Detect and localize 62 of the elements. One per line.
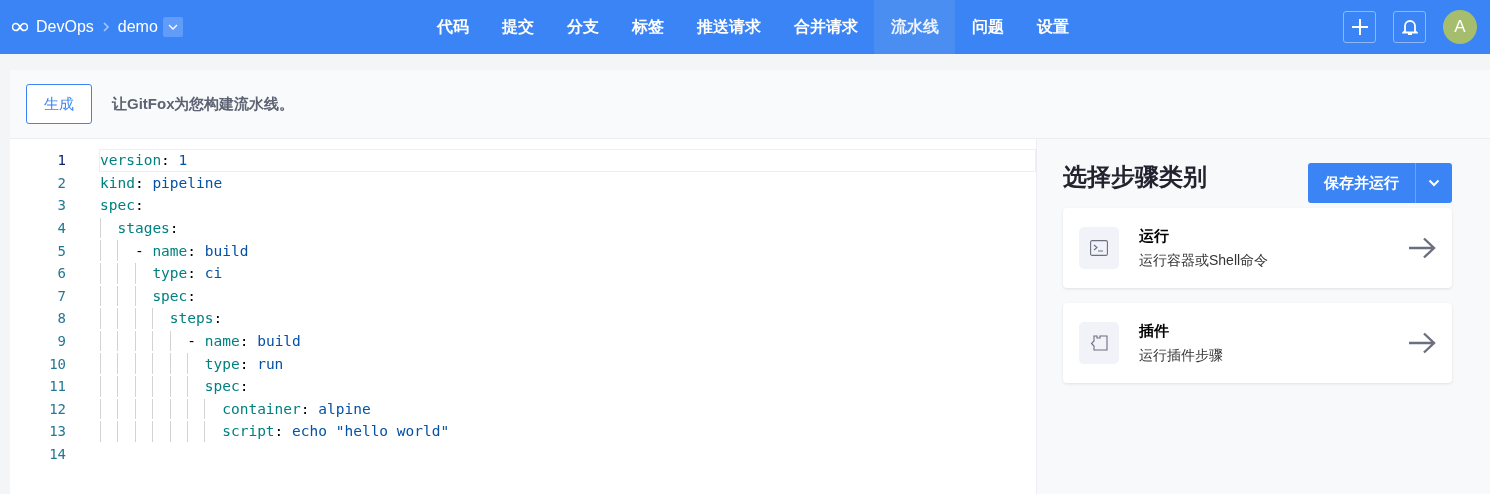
line-number: 7	[56, 287, 66, 304]
repo-dropdown-button[interactable]	[162, 17, 183, 37]
code-line: - name: build	[186, 333, 301, 350]
chevron-right-icon	[101, 21, 110, 33]
panel-title: 选择步骤类别	[1063, 162, 1207, 192]
line-number: 6	[56, 265, 66, 282]
line-number: 14	[48, 446, 66, 462]
nav-tab[interactable]: 问题	[955, 0, 1020, 54]
nav-tab[interactable]: 推送请求	[680, 0, 777, 54]
code-line: type: run	[203, 355, 284, 372]
plus-icon	[1350, 18, 1369, 36]
user-avatar[interactable]: A	[1443, 10, 1477, 44]
code-line: stages:	[116, 220, 179, 237]
nav-tab[interactable]: 代码	[420, 0, 485, 54]
nav-tab[interactable]: 标签	[615, 0, 680, 54]
line-number: 3	[56, 197, 66, 214]
org-link[interactable]: DevOps	[36, 18, 94, 36]
step-card[interactable]: 插件 运行插件步骤	[1063, 303, 1452, 383]
line-number: 1	[56, 152, 66, 169]
code-line: container: alpine	[221, 400, 371, 417]
nav-tab[interactable]: 分支	[550, 0, 615, 54]
line-number: 11	[48, 378, 66, 395]
line-number: 8	[56, 310, 66, 327]
line-number: 9	[56, 333, 66, 350]
arrow-right-icon	[1408, 237, 1436, 259]
code-line: - name: build	[133, 242, 249, 259]
line-number: 10	[48, 355, 66, 372]
add-button[interactable]	[1343, 11, 1376, 43]
save-and-run-button[interactable]: 保存并运行	[1308, 163, 1415, 203]
code-line: type: ci	[151, 265, 223, 282]
repo-link[interactable]: demo	[117, 18, 158, 36]
nav-tab[interactable]: 提交	[485, 0, 550, 54]
nav-tab[interactable]: 合并请求	[777, 0, 874, 54]
step-title: 插件	[1139, 321, 1170, 341]
hint-text: 让GitFox为您构建流水线。	[112, 94, 295, 114]
chevron-down-icon	[1428, 179, 1440, 187]
code-line: steps:	[168, 310, 223, 327]
arrow-right-icon	[1408, 332, 1436, 354]
puzzle-icon	[1089, 335, 1109, 351]
step-description: 运行插件步骤	[1139, 346, 1224, 365]
line-number: 2	[56, 174, 66, 191]
bell-icon	[1401, 18, 1418, 36]
step-card[interactable]: 运行 运行容器或Shell命令	[1063, 208, 1452, 288]
code-line: spec:	[151, 287, 197, 304]
chevron-down-icon	[167, 24, 178, 30]
step-description: 运行容器或Shell命令	[1139, 251, 1270, 270]
step-title: 运行	[1139, 226, 1170, 246]
nav-tab[interactable]: 设置	[1020, 0, 1085, 54]
code-line: script: echo "hello world"	[221, 423, 450, 440]
line-number: 13	[48, 423, 66, 440]
line-number: 4	[56, 220, 66, 237]
code-line: spec:	[203, 378, 249, 395]
generate-button[interactable]: 生成	[26, 84, 92, 124]
code-line: version: 1	[100, 152, 188, 169]
line-number: 12	[48, 400, 66, 417]
terminal-icon	[1090, 240, 1108, 256]
code-line: spec:	[100, 197, 144, 214]
code-line: kind: pipeline	[100, 174, 223, 191]
infinity-icon	[12, 22, 28, 32]
notifications-button[interactable]	[1393, 11, 1426, 43]
line-number: 5	[56, 242, 66, 259]
nav-tab[interactable]: 流水线	[874, 0, 955, 54]
